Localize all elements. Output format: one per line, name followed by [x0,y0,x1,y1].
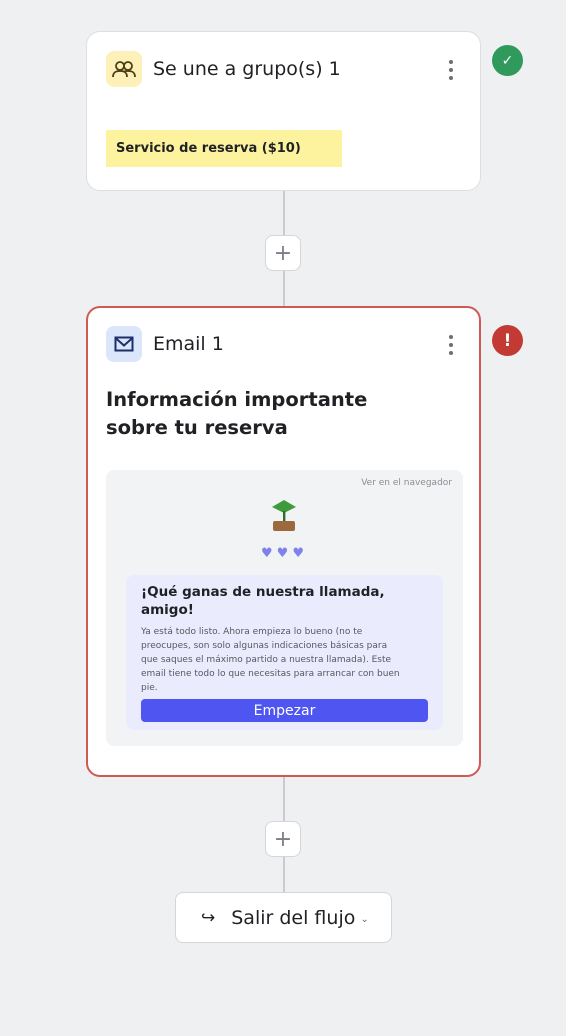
connector-line [283,857,285,893]
add-step-button[interactable]: + [265,235,301,271]
more-options-icon[interactable] [442,60,460,80]
connector-line [283,271,285,308]
success-status-icon: ✓ [492,45,523,76]
error-status-icon: ! [492,325,523,356]
email-body-text: Ya está todo listo. Ahora empieza lo bue… [141,627,400,693]
email-content-block: ¡Qué ganas de nuestra llamada, amigo! Ya… [126,575,443,730]
step-header: Se une a grupo(s) 1 [106,51,341,87]
view-in-browser-link[interactable]: Ver en el navegador [361,478,452,488]
email-preview[interactable]: Ver en el navegador ♥♥♥ ¡Qué ganas de nu… [106,470,463,746]
exit-arrow-icon: ↪ [201,907,216,928]
add-step-button[interactable]: + [265,821,301,857]
group-icon [106,51,142,87]
exit-flow-label: Salir del flujo [231,906,356,929]
envelope-icon [106,326,142,362]
connector-line [283,776,285,822]
chevron-down-icon: ⌄ [360,914,369,925]
email-heading: ¡Qué ganas de nuestra llamada, amigo! [141,584,385,618]
plant-icon [270,497,298,537]
step-title: Se une a grupo(s) 1 [153,58,341,80]
connector-line [283,190,285,236]
hearts-icon: ♥♥♥ [261,546,308,561]
start-button[interactable]: Empezar [141,699,428,722]
more-options-icon[interactable] [442,335,460,355]
email-subject: Información importante sobre tu reserva [106,388,368,439]
step-title: Email 1 [153,333,224,355]
step-card-email[interactable]: Email 1 Información importante sobre tu … [86,306,481,777]
step-header: Email 1 [106,326,224,362]
step-card-join-group[interactable]: Se une a grupo(s) 1 Servicio de reserva … [86,31,481,191]
group-tag: Servicio de reserva ($10) [106,130,342,167]
exit-flow-button[interactable]: ↪ Salir del flujo ⌄ [175,892,392,943]
